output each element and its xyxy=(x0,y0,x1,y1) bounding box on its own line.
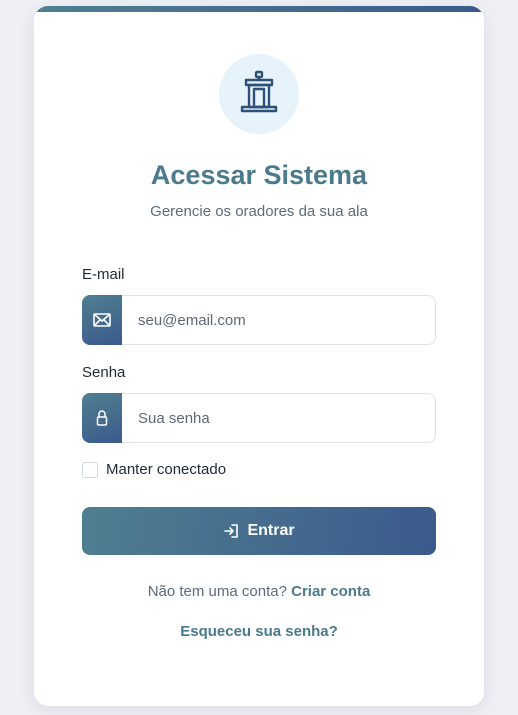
remember-checkbox[interactable] xyxy=(82,461,98,478)
login-button-label: Entrar xyxy=(247,522,295,539)
envelope-icon xyxy=(82,295,122,345)
card-top-accent-bar xyxy=(34,6,484,12)
login-card: Acessar Sistema Gerencie os oradores da … xyxy=(34,6,484,706)
password-label: Senha xyxy=(82,364,126,381)
create-account-link[interactable]: Criar conta xyxy=(291,583,370,600)
password-input-group xyxy=(82,393,436,443)
logo-badge xyxy=(219,54,299,134)
page-title: Acessar Sistema xyxy=(150,160,368,190)
password-field[interactable] xyxy=(122,393,436,443)
email-field[interactable] xyxy=(122,295,436,345)
login-button[interactable]: Entrar xyxy=(82,507,436,555)
lock-icon xyxy=(82,393,122,443)
sign-in-icon xyxy=(223,523,239,539)
forgot-password-line: Esqueceu sua senha? xyxy=(34,623,484,640)
remember-me: Manter conectado xyxy=(82,461,226,478)
page-subtitle: Gerencie os oradores da sua ala xyxy=(150,203,368,220)
signup-line: Não tem uma conta? Criar conta xyxy=(34,583,484,600)
forgot-password-link[interactable]: Esqueceu sua senha? xyxy=(180,623,338,640)
email-input-group xyxy=(82,295,436,345)
podium-icon xyxy=(239,70,279,119)
remember-label[interactable]: Manter conectado xyxy=(106,461,226,478)
email-label: E-mail xyxy=(82,266,125,283)
signup-prompt: Não tem uma conta? xyxy=(147,583,287,600)
